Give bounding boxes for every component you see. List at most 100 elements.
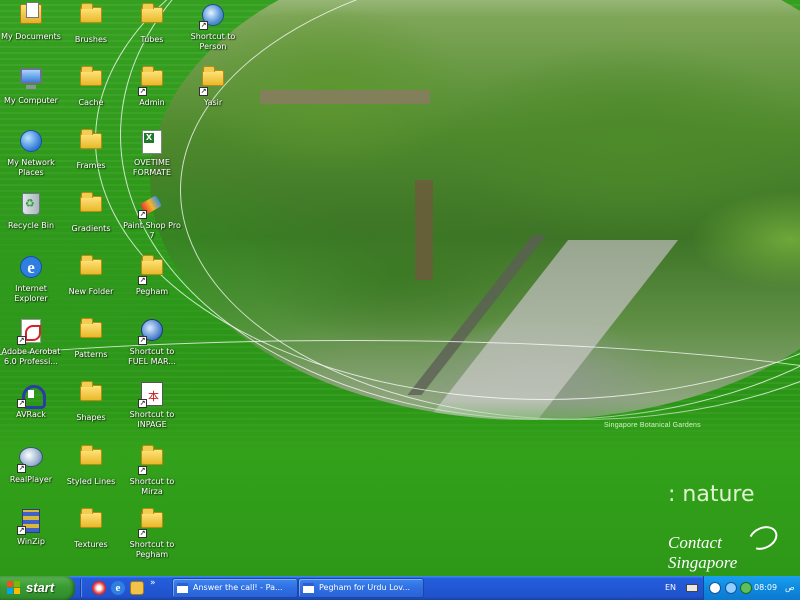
desktop-icon-realplayer[interactable]: ↗ RealPlayer [0, 444, 62, 506]
folder-icon [141, 66, 163, 86]
shortcut-arrow-icon: ↗ [17, 399, 26, 408]
icon-label: Shapes [76, 413, 106, 422]
window-icon [303, 583, 314, 593]
taskbar-button-answer-the-call[interactable]: Answer the call! - Pa... [172, 578, 298, 598]
internet-explorer-icon: e [20, 256, 42, 278]
desktop-icon-adobe-acrobat[interactable]: ↗ Adobe Acrobat 6.0 Professi... [0, 317, 62, 379]
excel-file-icon [142, 130, 162, 154]
desktop-icon-textures[interactable]: Textures [60, 507, 122, 569]
keyboard-icon[interactable] [686, 584, 698, 592]
icon-label: Textures [74, 540, 108, 549]
folder-icon [80, 255, 102, 275]
desktop-icon-shortcut-person[interactable]: ↗ Shortcut to Person [182, 2, 244, 64]
start-button[interactable]: start [0, 576, 75, 600]
internet-explorer-quicklaunch-icon[interactable]: e [111, 581, 125, 595]
desktop-icon-ovetime-formate[interactable]: OVETIME FORMATE [121, 128, 183, 190]
desktop-icon-paint-shop-pro[interactable]: ↗ Paint Shop Pro 7 [121, 191, 183, 253]
shortcut-arrow-icon: ↗ [17, 526, 26, 535]
windows-logo-icon [7, 581, 21, 595]
folder-icon [202, 66, 224, 86]
desktop-icon-internet-explorer[interactable]: e Internet Explorer [0, 254, 62, 316]
start-label: start [26, 580, 55, 595]
icon-label: Shortcut to INPAGE [129, 410, 175, 429]
tray-ampm-indicator: ص [785, 583, 795, 592]
shortcut-arrow-icon: ↗ [199, 87, 208, 96]
desktop-icon-gradients[interactable]: Gradients [60, 191, 122, 253]
icon-label: Paint Shop Pro 7 [123, 221, 181, 240]
messenger-tray-icon[interactable] [740, 582, 752, 594]
shortcut-arrow-icon: ↗ [17, 336, 26, 345]
icon-label: Recycle Bin [7, 221, 55, 230]
desktop-icon-my-documents[interactable]: My Documents [0, 2, 62, 64]
network-tray-icon[interactable] [725, 582, 737, 594]
icon-label: My Network Places [7, 158, 55, 177]
desktop-icon-shortcut-fuel-mar[interactable]: ↗ Shortcut to FUEL MAR... [121, 317, 183, 379]
desktop-icon-recycle-bin[interactable]: Recycle Bin [0, 191, 62, 253]
folder-icon [80, 381, 102, 401]
folder-icon [80, 129, 102, 149]
icon-label: Internet Explorer [14, 284, 48, 303]
my-documents-icon [20, 2, 42, 24]
icon-label: My Computer [4, 96, 58, 105]
desktop-icon-avrack[interactable]: ↗ AVRack [0, 380, 62, 442]
wallpaper-brand-line1: Contact [668, 533, 722, 552]
icon-label: Gradients [71, 224, 111, 233]
desktop-icon-cache[interactable]: Cache [60, 65, 122, 127]
shortcut-arrow-icon: ↗ [138, 87, 147, 96]
icon-label: My Documents [1, 32, 61, 41]
icon-label: Cache [78, 98, 104, 107]
folder-icon [141, 445, 163, 465]
shortcut-arrow-icon: ↗ [17, 464, 26, 473]
desktop-icon-shortcut-pegham[interactable]: ↗ Shortcut to Pegham [121, 507, 183, 569]
icon-label: Shortcut to Pegham [129, 540, 175, 559]
icon-label: Shortcut to Person [190, 32, 236, 51]
desktop-icon-new-folder[interactable]: New Folder [60, 254, 122, 316]
shortcut-arrow-icon: ↗ [138, 529, 147, 538]
desktop-icon-shapes[interactable]: Shapes [60, 380, 122, 442]
desktop-icon-yasir[interactable]: ↗ Yasir [182, 65, 244, 127]
desktop-icon-frames[interactable]: Frames [60, 128, 122, 190]
desktop-icon-admin[interactable]: ↗ Admin [121, 65, 183, 127]
shortcut-arrow-icon: ↗ [199, 21, 208, 30]
icon-label: Admin [139, 98, 165, 107]
icon-label: New Folder [68, 287, 114, 296]
media-player-quicklaunch-icon[interactable] [92, 581, 106, 595]
desktop-icon-my-computer[interactable]: My Computer [0, 65, 62, 127]
folder-icon [80, 318, 102, 338]
desktop-icon-shortcut-inpage[interactable]: ↗ Shortcut to INPAGE [121, 380, 183, 442]
desktop-icon-styled-lines[interactable]: Styled Lines [60, 444, 122, 506]
desktop-icon-pegham[interactable]: ↗ Pegham [121, 254, 183, 316]
icon-label: Patterns [74, 350, 108, 359]
shortcut-arrow-icon: ↗ [138, 210, 147, 219]
folder-icon [80, 192, 102, 212]
quick-launch-separator [80, 579, 82, 597]
icon-label: Frames [76, 161, 106, 170]
my-computer-icon [20, 68, 42, 89]
desktop-icon-shortcut-mirza[interactable]: ↗ Shortcut to Mirza [121, 444, 183, 506]
icon-label: OVETIME FORMATE [132, 158, 172, 177]
taskbar-button-label: Pegham for Urdu Lov... [319, 583, 411, 592]
language-indicator[interactable]: EN [665, 576, 676, 600]
quick-launch-more-button[interactable]: » [150, 578, 156, 588]
taskbar: start e » Answer the call! - Pa... Pegha… [0, 576, 800, 600]
icon-label: Tubes [140, 35, 164, 44]
folder-icon [80, 66, 102, 86]
clock[interactable]: 08:09 [754, 576, 777, 600]
icon-label: WinZip [17, 537, 45, 546]
desktop-icon-winzip[interactable]: ↗ WinZip [0, 507, 62, 569]
icon-label: AVRack [16, 410, 46, 419]
desktop-icon-tubes[interactable]: Tubes [121, 2, 183, 64]
recycle-bin-icon [22, 193, 40, 215]
folder-icon [141, 508, 163, 528]
folder-icon [80, 508, 102, 528]
desktop-icon-my-network-places[interactable]: My Network Places [0, 128, 62, 190]
taskbar-button-pegham[interactable]: Pegham for Urdu Lov... [298, 578, 424, 598]
icon-label: Adobe Acrobat 6.0 Professi... [1, 347, 61, 366]
desktop-icon-brushes[interactable]: Brushes [60, 2, 122, 64]
back-arrow-tray-icon[interactable] [709, 582, 721, 594]
wallpaper-slogan: : nature [668, 482, 755, 507]
show-desktop-quicklaunch-icon[interactable] [130, 581, 144, 595]
icon-label: Brushes [74, 35, 108, 44]
taskbar-button-label: Answer the call! - Pa... [193, 583, 283, 592]
desktop-icon-patterns[interactable]: Patterns [60, 317, 122, 379]
